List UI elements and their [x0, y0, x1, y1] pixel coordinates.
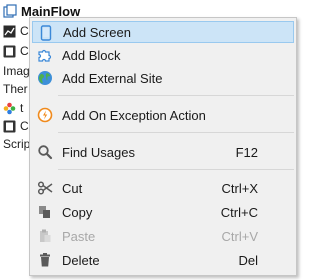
tree-row-label: Imag — [3, 64, 30, 78]
menu-item-add-screen[interactable]: Add Screen — [32, 21, 294, 43]
menu-item-add-on-exception-action[interactable]: Add On Exception Action — [32, 104, 294, 126]
tree-row[interactable]: C — [3, 22, 29, 40]
tree-row[interactable]: C — [3, 117, 29, 135]
tree-row[interactable]: t — [3, 99, 23, 117]
menu-item-add-external-site[interactable]: Add External Site — [32, 67, 294, 89]
menu-separator — [58, 169, 294, 170]
context-menu: Add Screen Add Block Add External Site A… — [29, 17, 297, 276]
tree-row[interactable]: C — [3, 42, 29, 60]
menu-separator — [58, 132, 294, 133]
tree-row-label: C — [20, 24, 29, 38]
globe-icon — [37, 70, 53, 86]
menu-item-delete[interactable]: Delete Del — [32, 249, 294, 271]
tree-row[interactable]: Imag — [3, 62, 30, 80]
copy-icon — [37, 204, 53, 220]
tree-row-label: t — [20, 101, 24, 115]
exception-icon — [37, 107, 53, 123]
tree-row[interactable]: Ther — [3, 80, 28, 98]
menu-item-add-block[interactable]: Add Block — [32, 44, 294, 66]
screen-icon — [3, 120, 16, 133]
tree-row[interactable]: Scrip — [3, 135, 30, 153]
tree-row-label: Scrip — [3, 137, 31, 151]
tree-row-label: C — [20, 119, 29, 133]
menu-item-paste[interactable]: Paste Ctrl+V — [32, 225, 294, 247]
trash-icon — [37, 252, 53, 268]
theme-icon — [3, 102, 16, 115]
tree-row-label: Ther — [3, 82, 28, 96]
chart-icon — [3, 25, 16, 38]
menu-item-copy[interactable]: Copy Ctrl+C — [32, 201, 294, 223]
menu-separator — [58, 95, 294, 96]
menu-item-cut[interactable]: Cut Ctrl+X — [32, 177, 294, 199]
scissors-icon — [37, 180, 53, 196]
menu-item-find-usages[interactable]: Find Usages F12 — [32, 141, 294, 163]
screen-icon — [3, 45, 16, 58]
flow-icon — [3, 4, 17, 18]
tree-row-label: C — [20, 44, 29, 58]
block-puzzle-icon — [37, 47, 53, 63]
screen-icon — [38, 25, 54, 41]
paste-icon — [37, 228, 53, 244]
search-icon — [37, 144, 53, 160]
